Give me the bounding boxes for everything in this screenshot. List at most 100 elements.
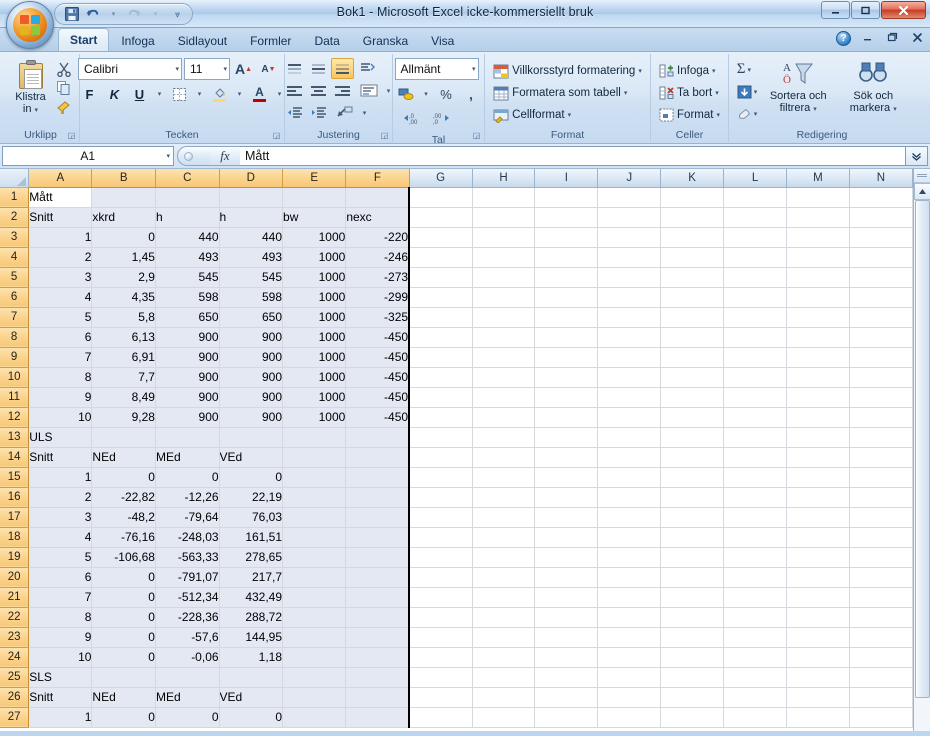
cell-D20[interactable]: 217,7	[219, 567, 284, 588]
cell-F12[interactable]: -450	[345, 407, 411, 428]
cell-C6[interactable]: 598	[155, 287, 220, 308]
cell-C9[interactable]: 900	[155, 347, 220, 368]
cell-C17[interactable]: -79,64	[155, 507, 220, 528]
cell-D2[interactable]: h	[219, 207, 284, 228]
cell-H14[interactable]	[472, 447, 536, 468]
cell-C15[interactable]: 0	[155, 467, 220, 488]
clear-button[interactable]: ▾	[735, 103, 760, 124]
cell-J11[interactable]	[597, 387, 662, 408]
cell-M5[interactable]	[786, 267, 850, 288]
cell-B11[interactable]: 8,49	[91, 387, 156, 408]
cell-M14[interactable]	[786, 447, 850, 468]
cell-G6[interactable]	[409, 287, 473, 308]
cell-J10[interactable]	[597, 367, 662, 388]
cell-K11[interactable]	[660, 387, 725, 408]
cell-A24[interactable]: 10	[28, 647, 93, 668]
cell-M23[interactable]	[786, 627, 850, 648]
cell-D19[interactable]: 278,65	[219, 547, 284, 568]
cell-H11[interactable]	[472, 387, 536, 408]
cell-G25[interactable]	[409, 667, 473, 688]
column-header-e[interactable]: E	[282, 169, 347, 188]
cell-M2[interactable]	[786, 207, 850, 228]
scroll-up-button[interactable]	[913, 183, 930, 200]
cell-K4[interactable]	[660, 247, 725, 268]
cell-M15[interactable]	[786, 467, 850, 488]
cell-F11[interactable]: -450	[345, 387, 411, 408]
row-header-7[interactable]: 7	[0, 307, 30, 328]
cell-K19[interactable]	[660, 547, 725, 568]
cell-D18[interactable]: 161,51	[219, 527, 284, 548]
cell-J9[interactable]	[597, 347, 662, 368]
cell-A26[interactable]: Snitt	[28, 687, 93, 708]
cell-I13[interactable]	[534, 427, 599, 448]
cell-B15[interactable]: 0	[91, 467, 156, 488]
cell-N17[interactable]	[849, 507, 913, 528]
tab-data[interactable]: Data	[303, 30, 350, 51]
cell-H3[interactable]	[472, 227, 536, 248]
cell-J3[interactable]	[597, 227, 662, 248]
scrollbar-track[interactable]	[913, 200, 930, 731]
cell-C22[interactable]: -228,36	[155, 607, 220, 628]
cell-H4[interactable]	[472, 247, 536, 268]
cell-M12[interactable]	[786, 407, 850, 428]
cell-M13[interactable]	[786, 427, 850, 448]
select-all-button[interactable]	[0, 169, 30, 188]
cell-L20[interactable]	[723, 567, 787, 588]
insert-caret-icon[interactable]: ▾	[712, 67, 716, 75]
cell-A12[interactable]: 10	[28, 407, 93, 428]
cell-C11[interactable]: 900	[155, 387, 220, 408]
cell-L18[interactable]	[723, 527, 787, 548]
cell-B18[interactable]: -76,16	[91, 527, 156, 548]
number-format-combo[interactable]: Allmänt ▾	[394, 58, 479, 80]
cell-A9[interactable]: 7	[28, 347, 93, 368]
cell-K14[interactable]	[660, 447, 725, 468]
cell-M7[interactable]	[786, 307, 850, 328]
cell-N16[interactable]	[849, 487, 913, 508]
cell-J27[interactable]	[597, 707, 662, 728]
column-header-b[interactable]: B	[91, 169, 156, 188]
cell-K7[interactable]	[660, 307, 725, 328]
cell-J20[interactable]	[597, 567, 662, 588]
cell-M11[interactable]	[786, 387, 850, 408]
sort-filter-caret-icon[interactable]: ▾	[813, 106, 817, 113]
cell-N8[interactable]	[849, 327, 913, 348]
cell-D17[interactable]: 76,03	[219, 507, 284, 528]
font-dialog-launcher[interactable]: ◲	[271, 130, 282, 141]
cell-I3[interactable]	[534, 227, 599, 248]
cell-I26[interactable]	[534, 687, 599, 708]
cell-B27[interactable]: 0	[91, 707, 156, 728]
cell-L12[interactable]	[723, 407, 787, 428]
cell-H25[interactable]	[472, 667, 536, 688]
office-button[interactable]	[6, 1, 54, 49]
cell-G13[interactable]	[409, 427, 473, 448]
column-header-a[interactable]: A	[28, 169, 93, 188]
cell-J26[interactable]	[597, 687, 662, 708]
cell-F20[interactable]	[345, 567, 411, 588]
cell-B20[interactable]: 0	[91, 567, 156, 588]
name-box[interactable]: A1 ▾	[2, 146, 174, 166]
cell-I27[interactable]	[534, 707, 599, 728]
row-header-11[interactable]: 11	[0, 387, 30, 408]
cell-M9[interactable]	[786, 347, 850, 368]
format-caret-icon[interactable]: ▾	[716, 111, 720, 119]
row-header-21[interactable]: 21	[0, 587, 30, 608]
cell-A17[interactable]: 3	[28, 507, 93, 528]
cell-L11[interactable]	[723, 387, 787, 408]
cell-I11[interactable]	[534, 387, 599, 408]
comma-style-button[interactable]: ‚	[460, 83, 483, 105]
cell-G18[interactable]	[409, 527, 473, 548]
cell-N12[interactable]	[849, 407, 913, 428]
row-header-18[interactable]: 18	[0, 527, 30, 548]
cell-E2[interactable]: bw	[282, 207, 347, 228]
cell-D24[interactable]: 1,18	[219, 647, 284, 668]
row-header-2[interactable]: 2	[0, 207, 30, 228]
cell-G14[interactable]	[409, 447, 473, 468]
cell-C12[interactable]: 900	[155, 407, 220, 428]
row-header-3[interactable]: 3	[0, 227, 30, 248]
cell-L7[interactable]	[723, 307, 787, 328]
alignment-dialog-launcher[interactable]: ◲	[379, 130, 390, 141]
cell-D15[interactable]: 0	[219, 467, 284, 488]
cell-I20[interactable]	[534, 567, 599, 588]
cell-M25[interactable]	[786, 667, 850, 688]
cell-K15[interactable]	[660, 467, 725, 488]
